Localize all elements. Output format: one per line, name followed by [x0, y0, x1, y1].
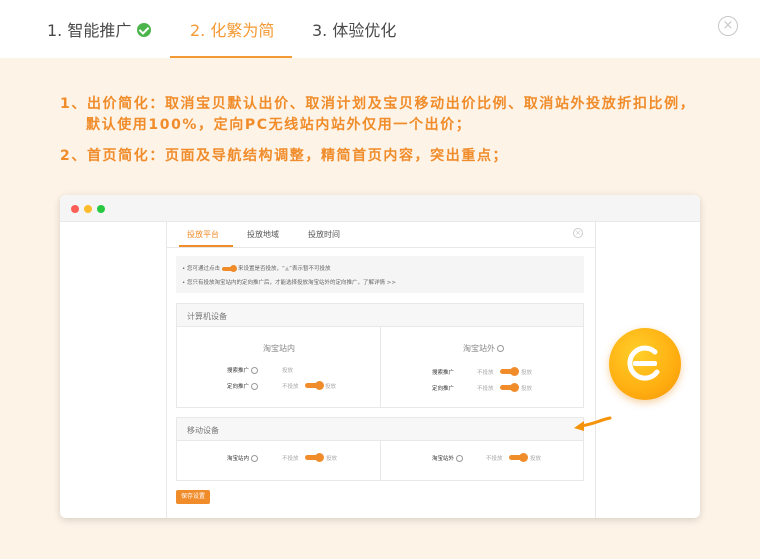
- row-label-text: 淘宝站内: [227, 456, 250, 462]
- description-line-2: 2、首页简化：页面及导航结构调整，精简首页内容，突出重点；: [60, 148, 509, 164]
- delivery-toggle[interactable]: [500, 383, 519, 392]
- row-label: 定向推广: [432, 386, 455, 392]
- step-2[interactable]: 2. 化繁为简: [190, 17, 274, 41]
- delivery-toggle[interactable]: [305, 381, 324, 390]
- description-line-1: 1、出价简化：取消宝贝默认出价、取消计划及宝贝移动出价比例、取消站外投放折扣比例…: [60, 96, 696, 112]
- step-bar: 1. 智能推广 2. 化繁为简 3. 体验优化 ×: [0, 0, 760, 58]
- question-icon[interactable]: [456, 455, 464, 462]
- tab-time[interactable]: 投放时间: [308, 229, 340, 240]
- window-titlebar: [60, 195, 700, 222]
- tab-platform[interactable]: 投放平台: [187, 229, 219, 240]
- row-label: 定向推广: [227, 382, 259, 390]
- section-title: 计算机设备: [187, 312, 227, 321]
- notice-text-c: ”表示暂不可投放: [289, 266, 331, 272]
- off-label: 不投放: [282, 384, 299, 390]
- pc-device-section: 计算机设备 淘宝站内 淘宝站外 搜索推广 投放 定向推广 不投放 投放 搜索推广…: [176, 303, 584, 408]
- badge-logo-icon: [609, 328, 681, 400]
- content-area: 1、出价简化：取消宝贝默认出价、取消计划及宝贝移动出价比例、取消站外投放折扣比例…: [0, 58, 760, 559]
- row-label-text: 淘宝站外: [432, 456, 455, 462]
- row-label: 淘宝站内: [227, 454, 259, 462]
- notice-line-1: • 您可通过点击 来设置是否投放，“▲”表示暂不可投放: [182, 264, 331, 272]
- on-label: 投放: [282, 368, 294, 374]
- step-3-label: 3. 体验优化: [312, 21, 397, 40]
- delivery-toggle[interactable]: [509, 453, 528, 462]
- section-header: 移动设备: [177, 418, 583, 441]
- arrow-icon: [574, 416, 612, 431]
- window-maximize-dot: [97, 205, 105, 213]
- notice-text-a: 您可通过点击: [187, 266, 221, 272]
- column-title-outside: 淘宝站外: [463, 343, 504, 354]
- window-left-blank: [60, 222, 167, 518]
- save-settings-button[interactable]: 保存设置: [176, 490, 210, 504]
- row-label-text: 搜索推广: [227, 368, 250, 374]
- check-icon: [137, 23, 152, 37]
- step-1-label: 1. 智能推广: [47, 21, 132, 40]
- panel-close-icon[interactable]: ×: [573, 228, 583, 238]
- tab-divider: [167, 247, 595, 248]
- on-label: 投放: [325, 384, 337, 390]
- section-header: 计算机设备: [177, 304, 583, 327]
- question-icon[interactable]: [497, 345, 504, 352]
- on-label: 投放: [521, 386, 533, 392]
- badge-logo-svg: [627, 345, 660, 381]
- question-icon[interactable]: [251, 367, 259, 374]
- notice-box: • 您可通过点击 来设置是否投放，“▲”表示暂不可投放 • 您只有投放淘宝站内的定…: [176, 256, 584, 293]
- section-title: 移动设备: [187, 426, 219, 435]
- toggle-sample-icon: [222, 264, 238, 272]
- column-divider: [380, 441, 381, 480]
- row-label-text: 定向推广: [227, 384, 250, 390]
- close-icon[interactable]: ×: [718, 16, 738, 36]
- off-label: 不投放: [486, 456, 503, 462]
- on-label: 投放: [530, 456, 542, 462]
- notice-text-2[interactable]: 您只有投放淘宝站内的定向推广后，才能选择投放淘宝站外的定向推广，了解详情 >>: [187, 280, 396, 286]
- settings-panel: 投放平台 投放地域 投放时间 × • 您可通过点击 来设置是否投放，“▲”表示暂不…: [167, 222, 595, 518]
- step-1[interactable]: 1. 智能推广: [47, 17, 152, 41]
- row-label: 搜索推广: [432, 370, 455, 376]
- column-title-inside: 淘宝站内: [263, 344, 295, 353]
- tab-region[interactable]: 投放地域: [247, 229, 279, 240]
- question-icon[interactable]: [251, 455, 259, 462]
- column-title-outside-text: 淘宝站外: [463, 344, 495, 353]
- off-label: 不投放: [477, 370, 494, 376]
- on-label: 投放: [521, 370, 533, 376]
- mobile-device-section: 移动设备 淘宝站内 不投放 投放 淘宝站外 不投放 投放: [176, 417, 584, 481]
- step-2-label: 2. 化繁为简: [190, 21, 275, 40]
- description-line-1-cont: 默认使用100%，定向PC无线站内站外仅用一个出价；: [86, 117, 472, 133]
- preview-window: 投放平台 投放地域 投放时间 × • 您可通过点击 来设置是否投放，“▲”表示暂不…: [60, 195, 700, 518]
- step-3[interactable]: 3. 体验优化: [312, 17, 396, 41]
- notice-text-b: 来设置是否投放，“: [238, 266, 285, 272]
- row-label: 淘宝站外: [432, 454, 464, 462]
- off-label: 不投放: [282, 456, 299, 462]
- on-label: 投放: [326, 456, 338, 462]
- column-divider: [380, 327, 381, 407]
- off-label: 不投放: [477, 386, 494, 392]
- window-minimize-dot: [84, 205, 92, 213]
- question-icon[interactable]: [251, 383, 259, 390]
- window-close-dot: [71, 205, 79, 213]
- notice-line-2: • 您只有投放淘宝站内的定向推广后，才能选择投放淘宝站外的定向推广，了解详情 >…: [182, 280, 396, 286]
- delivery-toggle[interactable]: [500, 367, 519, 376]
- row-label: 搜索推广: [227, 366, 259, 374]
- delivery-toggle[interactable]: [305, 453, 324, 462]
